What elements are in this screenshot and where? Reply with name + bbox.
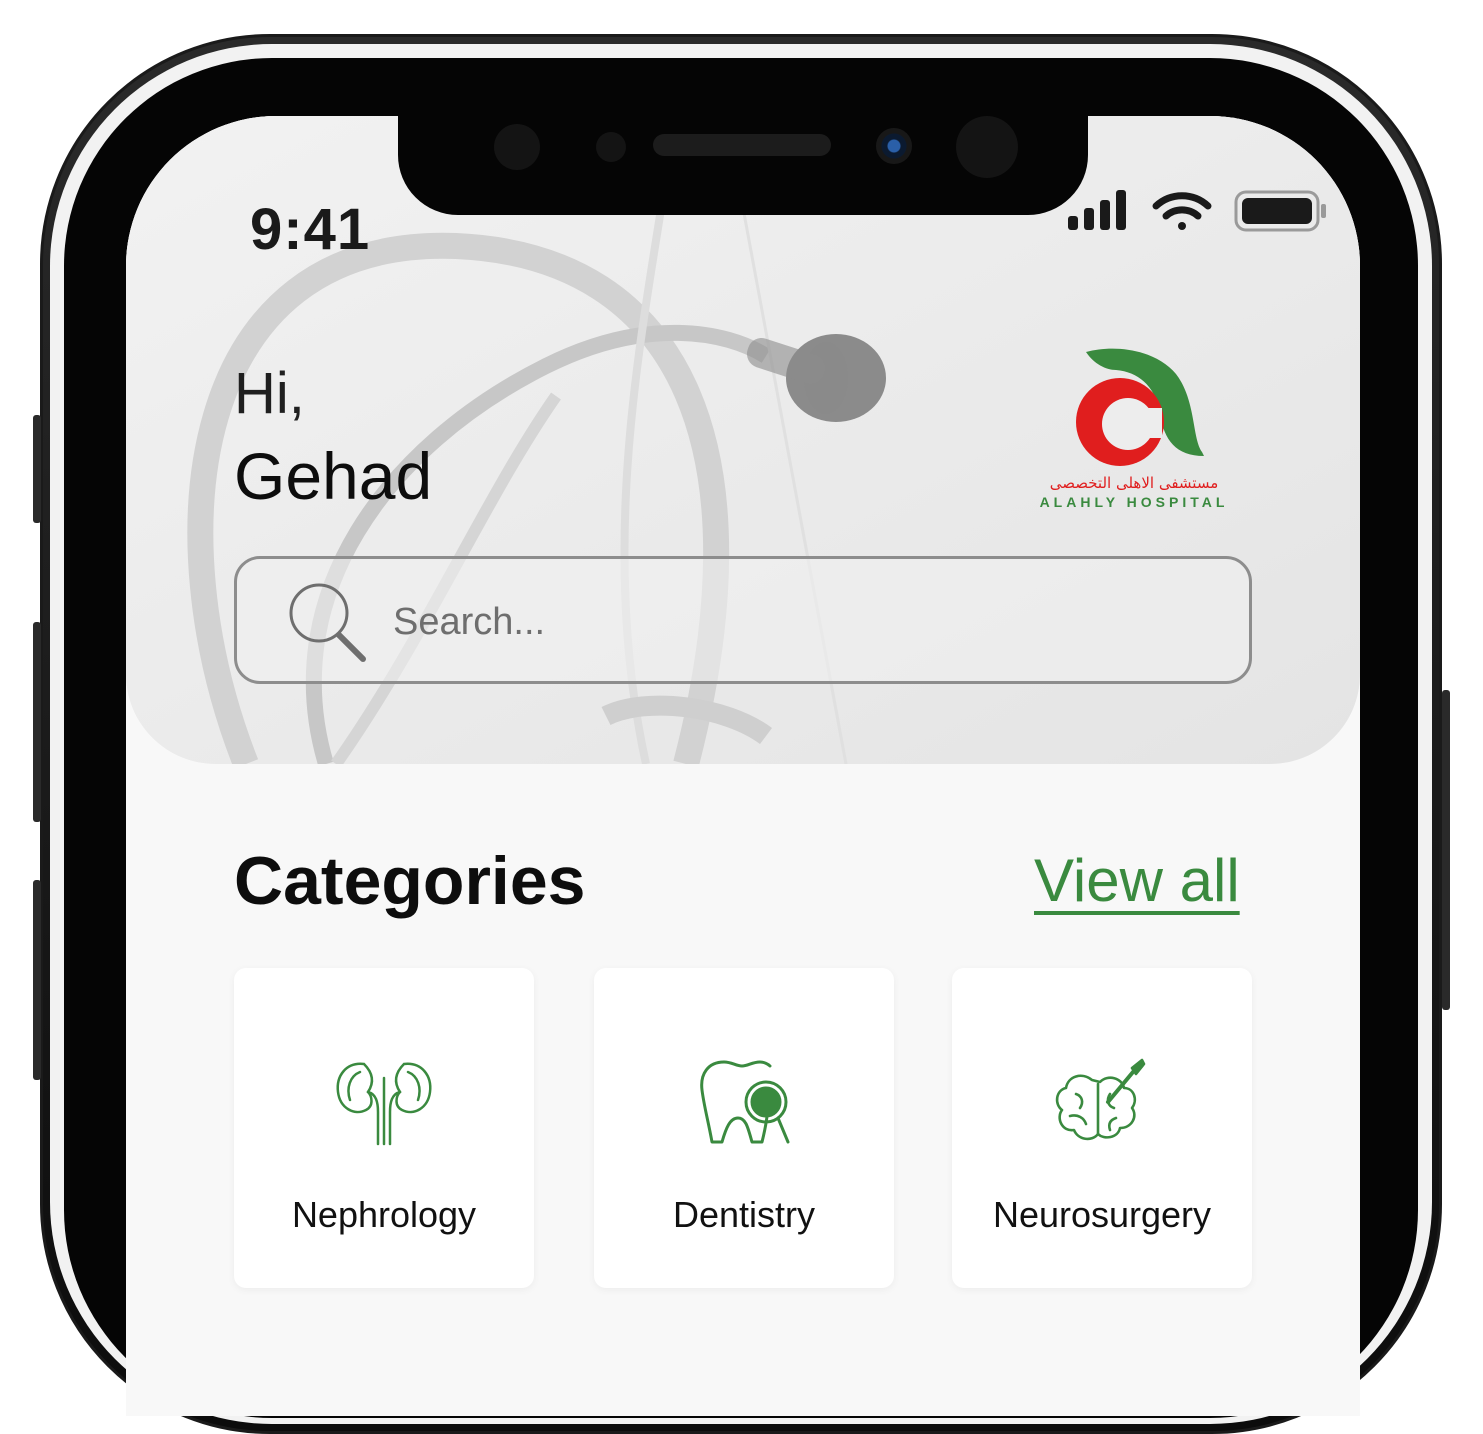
earpiece-speaker [653,134,831,156]
volume-up-button [33,622,41,822]
kidneys-icon [336,1062,432,1146]
wifi-icon [1152,192,1212,230]
volume-down-button [33,880,41,1080]
search-input[interactable] [391,593,1215,651]
brain-icon [1055,1058,1146,1141]
sensor-dot [596,132,626,162]
user-name: Gehad [234,439,433,513]
category-card-neurosurgery[interactable]: Neurosurgery [952,968,1252,1288]
hospital-logo-mark [1076,348,1204,466]
categories-title: Categories [234,843,586,919]
power-button [1442,690,1450,1010]
battery-icon [1234,190,1326,232]
category-label: Dentistry [672,1194,816,1235]
sensor-dot [956,116,1018,178]
category-label: Nephrology [291,1194,477,1235]
phone-notch [398,116,1088,215]
app-screen: 9:41 Hi, Gehad مستشفى الاهلى التخصصى ALA… [126,116,1360,1416]
cellular-signal-icon [1068,190,1126,230]
tooth-icon [700,1060,790,1144]
view-all-link[interactable]: View all [1034,846,1240,915]
status-icons [1068,190,1326,232]
category-card-dentistry[interactable]: Dentistry [594,968,894,1288]
mute-switch [33,415,41,523]
hospital-logo: مستشفى الاهلى التخصصى ALAHLY HOSPITAL [1036,344,1232,514]
front-camera [876,128,912,164]
category-label: Neurosurgery [992,1194,1212,1235]
sensor-dot [494,124,540,170]
greeting-label: Hi, [234,361,305,426]
search-icon [289,583,366,662]
status-time: 9:41 [250,197,371,262]
search-bar[interactable] [234,556,1252,684]
category-card-nephrology[interactable]: Nephrology [234,968,534,1288]
logo-arabic-text: مستشفى الاهلى التخصصى [1049,474,1219,492]
logo-english-text: ALAHLY HOSPITAL [1039,494,1229,510]
